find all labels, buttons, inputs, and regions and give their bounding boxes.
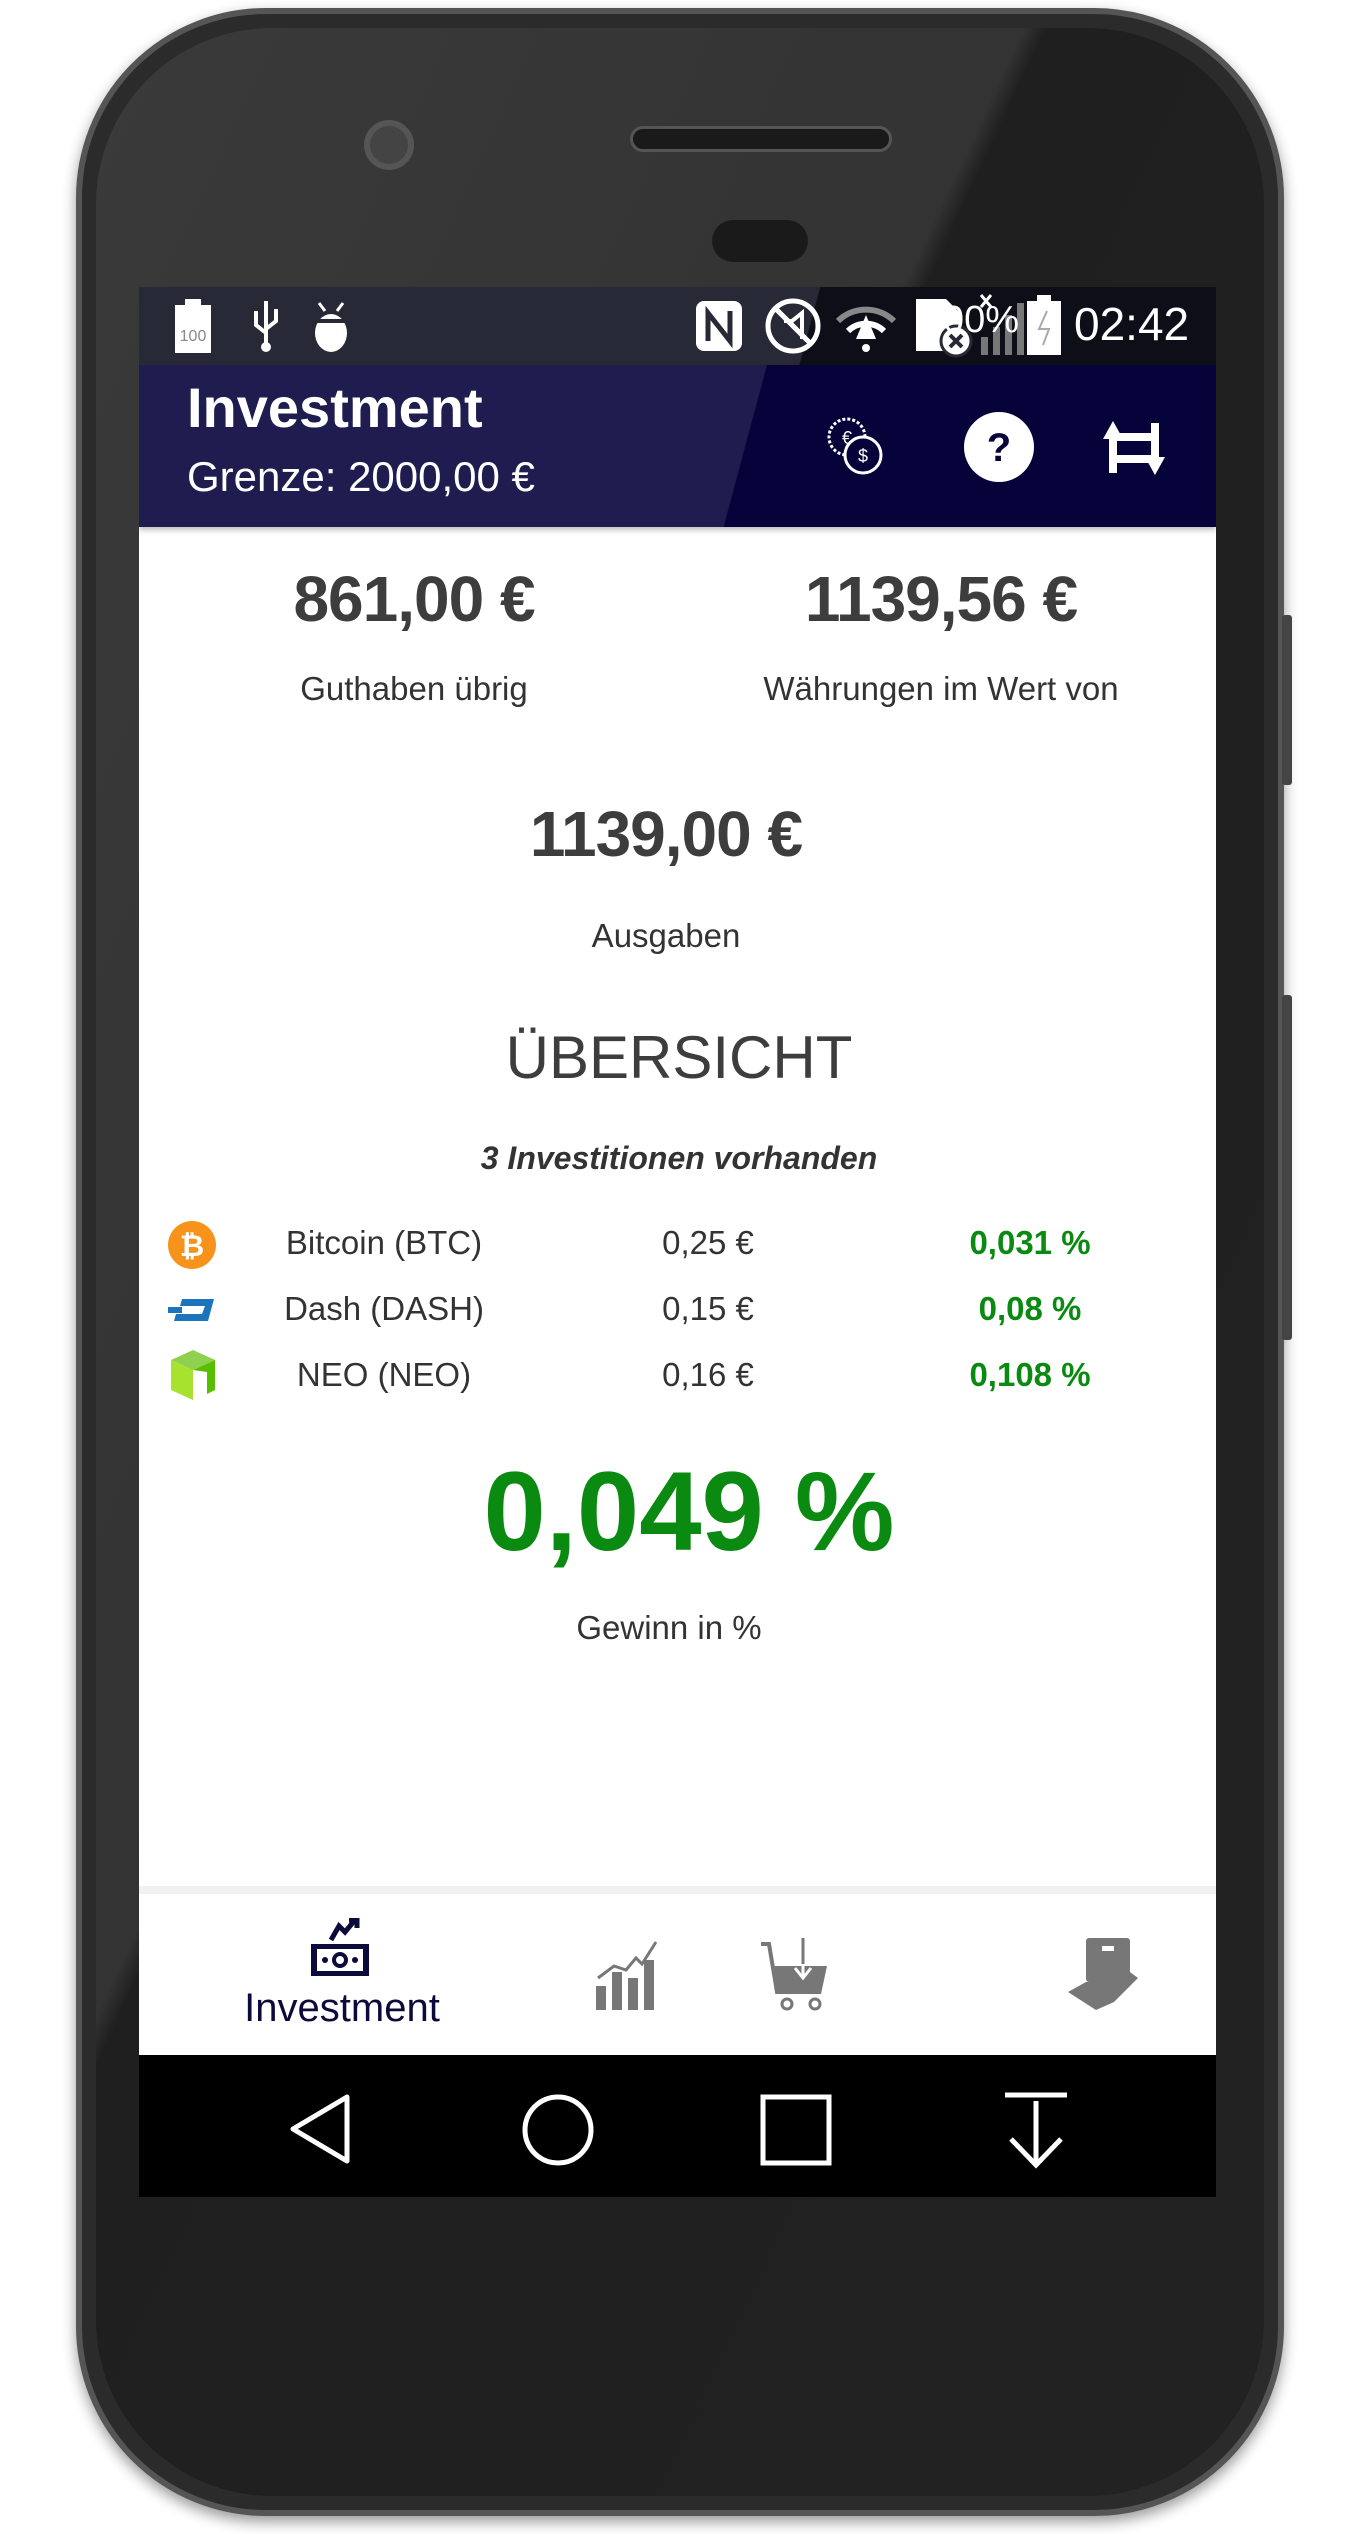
svg-text:?: ? bbox=[987, 426, 1011, 470]
currency-exchange-icon[interactable]: €$ bbox=[825, 415, 885, 477]
svg-text:$: $ bbox=[858, 446, 868, 466]
bitcoin-icon: ₿ bbox=[168, 1221, 216, 1269]
screen: 100 100% 02:42 .status span[data-name="b… bbox=[139, 287, 1216, 2197]
buy-icon[interactable] bbox=[759, 1938, 831, 2014]
battery-percent: 100% bbox=[921, 299, 1019, 341]
worth-label: Währungen im Wert von bbox=[763, 670, 1119, 707]
coin-value: 0,15 € bbox=[662, 1290, 754, 1327]
coin-name: Dash (DASH) bbox=[284, 1290, 484, 1327]
status-bar: 100 100% 02:42 bbox=[139, 287, 1216, 365]
refresh-icon[interactable] bbox=[1099, 415, 1169, 481]
investment-count: 3 Investitionen vorhanden bbox=[480, 1140, 878, 1176]
coin-percent: 0,08 % bbox=[978, 1290, 1082, 1327]
battery-charging-icon bbox=[1027, 295, 1061, 355]
page-title: Investment bbox=[187, 376, 483, 439]
proximity-sensor bbox=[712, 220, 808, 262]
limit-subtitle: Grenze: 2000,00 € bbox=[187, 453, 535, 500]
sell-icon[interactable] bbox=[1066, 1938, 1142, 2014]
dash-icon bbox=[168, 1299, 214, 1321]
nfc-icon bbox=[696, 301, 742, 351]
remaining-value: 861,00 € bbox=[293, 563, 535, 635]
home-button[interactable] bbox=[521, 2093, 595, 2167]
recents-button[interactable] bbox=[759, 2093, 833, 2167]
remaining-label: Guthaben übrig bbox=[300, 670, 528, 707]
front-camera bbox=[364, 120, 414, 170]
mute-icon bbox=[765, 298, 821, 354]
coin-name: Bitcoin (BTC) bbox=[285, 1224, 483, 1261]
spent-value: 1139,00 € bbox=[529, 798, 803, 870]
coin-name: NEO (NEO) bbox=[296, 1356, 472, 1393]
hide-keyboard-button[interactable] bbox=[999, 2091, 1073, 2169]
neo-icon bbox=[171, 1350, 215, 1400]
volume-button[interactable] bbox=[1282, 995, 1292, 1340]
power-button[interactable] bbox=[1282, 615, 1292, 785]
total-profit-label: Gewinn in % bbox=[576, 1609, 762, 1646]
overview-title: ÜBERSICHT bbox=[505, 1024, 853, 1091]
system-navigation-bar bbox=[139, 2055, 1216, 2197]
bottom-navigation: Investment bbox=[139, 1886, 1216, 2055]
spent-label: Ausgaben bbox=[591, 917, 741, 954]
app-bar: Investment Grenze: 2000,00 € € $ ? bbox=[139, 365, 1216, 527]
earpiece-speaker bbox=[630, 126, 892, 152]
coin-percent: 0,108 % bbox=[969, 1356, 1091, 1393]
back-button[interactable] bbox=[287, 2093, 357, 2165]
total-profit-percent: 0,049 % bbox=[483, 1449, 895, 1574]
svg-text:100: 100 bbox=[180, 328, 207, 345]
nav-label-investment: Investment bbox=[244, 1986, 440, 2030]
investment-icon bbox=[311, 1918, 369, 1976]
svg-text:₿: ₿ bbox=[180, 1230, 204, 1263]
coin-percent: 0,031 % bbox=[969, 1224, 1091, 1261]
wifi-icon bbox=[835, 306, 897, 352]
usb-icon bbox=[254, 301, 278, 352]
bug-icon bbox=[315, 302, 347, 352]
clock: 02:42 bbox=[1074, 298, 1190, 350]
coin-value: 0,25 € bbox=[662, 1224, 754, 1261]
battery-100-icon: 100 bbox=[175, 299, 211, 353]
coin-value: 0,16 € bbox=[662, 1356, 754, 1393]
help-icon[interactable]: ? bbox=[963, 411, 1035, 483]
statistics-icon[interactable] bbox=[594, 1940, 666, 2012]
worth-value: 1139,56 € bbox=[804, 563, 1078, 635]
